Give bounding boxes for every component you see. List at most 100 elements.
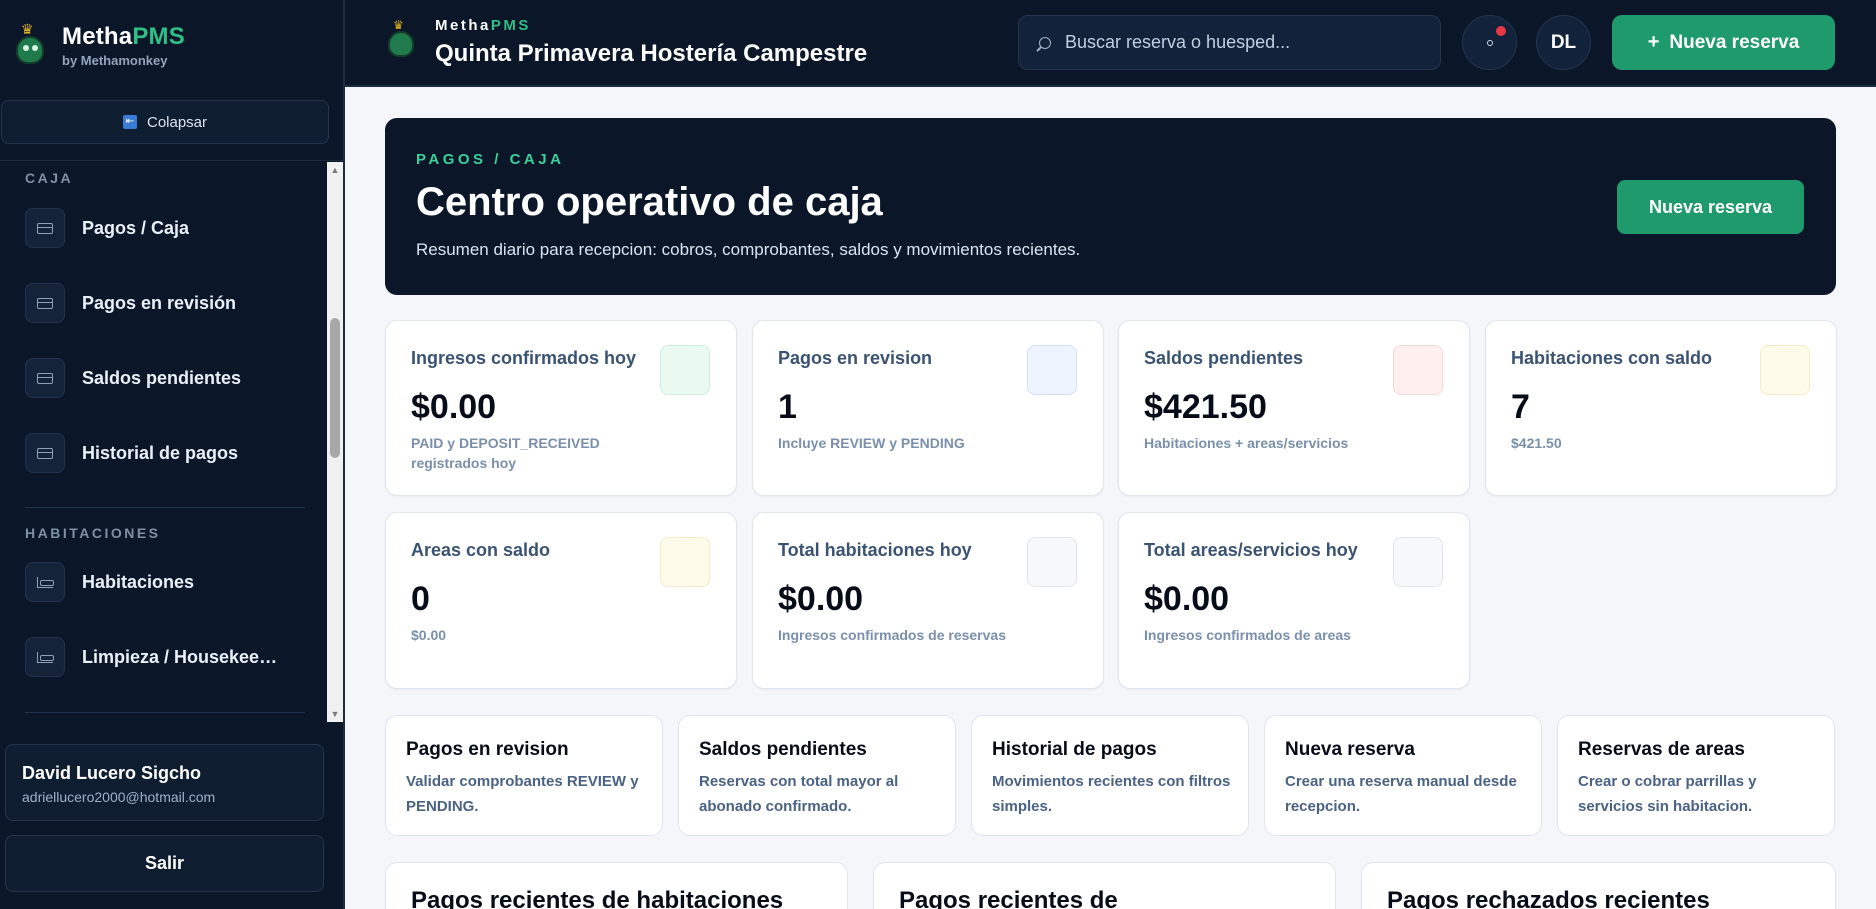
stat-value: 0 xyxy=(411,580,430,618)
stat-label: Ingresos confirmados hoy xyxy=(411,348,637,368)
stat-hint: PAID y DEPOSIT_RECEIVED registrados hoy xyxy=(411,435,600,471)
stat-card-ingresos-confirmados: Ingresos confirmados hoy $0.00 PAID y DE… xyxy=(385,320,737,496)
panel-pagos-recientes-habitaciones: Pagos recientes de habitaciones xyxy=(385,862,848,909)
property-name: Quinta Primavera Hostería Campestre xyxy=(435,40,868,67)
action-description: Crear una reserva manual desde recepcion… xyxy=(1285,773,1517,815)
hero-new-reservation-button[interactable]: Nueva reserva xyxy=(1617,180,1804,234)
brand-byline: by Methamonkey xyxy=(62,52,168,68)
sidebar-item-saldos-pendientes[interactable]: Saldos pendientes xyxy=(25,356,315,400)
stat-hint: Ingresos confirmados de reservas xyxy=(778,627,1006,643)
collapse-sidebar-button[interactable]: ⇤ Colapsar xyxy=(1,100,329,144)
stat-label: Total habitaciones hoy xyxy=(778,540,972,560)
avatar[interactable]: DL xyxy=(1536,15,1591,70)
panel-title: Pagos recientes de habitaciones xyxy=(411,887,784,909)
search-input[interactable] xyxy=(1065,32,1425,53)
sidebar-item-label: Saldos pendientes xyxy=(82,367,242,388)
nav-divider xyxy=(25,507,305,508)
action-card-pagos-en-revision[interactable]: Pagos en revision Validar comprobantes R… xyxy=(385,715,663,836)
action-title: Pagos en revision xyxy=(406,739,569,760)
sidebar-item-label: Limpieza / Housekeeping xyxy=(82,646,287,667)
action-description: Reservas con total mayor al abonado conf… xyxy=(699,773,899,815)
user-email: adriellucero2000@hotmail.com xyxy=(22,789,216,805)
card-icon xyxy=(25,283,65,323)
search-box[interactable] xyxy=(1018,15,1441,70)
stat-card-areas-con-saldo: Areas con saldo 0 $0.00 xyxy=(385,512,737,689)
user-card: David Lucero Sigcho adriellucero2000@hot… xyxy=(5,744,324,821)
stat-card-pagos-en-revision: Pagos en revision 1 Incluye REVIEW y PEN… xyxy=(752,320,1104,496)
action-card-reservas-de-areas[interactable]: Reservas de areas Crear o cobrar parrill… xyxy=(1557,715,1835,836)
brand[interactable]: ♛ MethaPMS by Methamonkey xyxy=(12,22,185,68)
sidebar-item-historial-de-pagos[interactable]: Historial de pagos xyxy=(25,431,315,475)
scroll-down-arrow-icon[interactable]: ▼ xyxy=(327,706,343,722)
bell-icon xyxy=(1486,39,1493,46)
stat-hint: Ingresos confirmados de areas xyxy=(1144,627,1351,643)
stat-value: 7 xyxy=(1511,388,1530,426)
stat-card-total-areas-servicios-hoy: Total areas/servicios hoy $0.00 Ingresos… xyxy=(1118,512,1470,689)
stat-card-total-habitaciones-hoy: Total habitaciones hoy $0.00 Ingresos co… xyxy=(752,512,1104,689)
sidebar-item-label: Pagos / Caja xyxy=(82,217,190,238)
collapse-label: Colapsar xyxy=(146,113,208,131)
plus-icon: + xyxy=(1647,31,1660,53)
action-title: Saldos pendientes xyxy=(699,739,867,760)
scroll-up-arrow-icon[interactable]: ▲ xyxy=(327,162,343,178)
notifications-button[interactable] xyxy=(1462,15,1517,70)
action-card-historial-de-pagos[interactable]: Historial de pagos Movimientos recientes… xyxy=(971,715,1249,836)
action-title: Nueva reserva xyxy=(1285,739,1415,760)
stat-icon xyxy=(1027,537,1077,587)
stat-hint: Habitaciones + areas/servicios xyxy=(1144,435,1349,451)
sidebar-item-habitaciones[interactable]: Habitaciones xyxy=(25,560,315,604)
stat-icon xyxy=(1393,537,1443,587)
page-title: Centro operativo de caja xyxy=(416,180,883,224)
stat-icon xyxy=(660,537,710,587)
stat-card-habitaciones-con-saldo: Habitaciones con saldo 7 $421.50 xyxy=(1485,320,1837,496)
action-description: Validar comprobantes REVIEW y PENDING. xyxy=(406,773,639,815)
user-name: David Lucero Sigcho xyxy=(22,763,202,783)
card-icon xyxy=(25,358,65,398)
panel-pagos-rechazados-recientes: Pagos rechazados recientes xyxy=(1361,862,1836,909)
sidebar-item-label: Pagos en revisión xyxy=(82,292,237,313)
panel-pagos-recientes-areas: Pagos recientes de xyxy=(873,862,1336,909)
stat-value: $0.00 xyxy=(411,388,497,426)
stat-icon xyxy=(660,345,710,395)
search-icon xyxy=(1039,36,1051,49)
page-subtitle: Resumen diario para recepcion: cobros, c… xyxy=(416,240,1081,259)
stat-hint: $0.00 xyxy=(411,627,447,643)
methamonkey-logo-icon: ♛ xyxy=(12,22,48,68)
bed-icon xyxy=(25,637,65,677)
action-title: Reservas de areas xyxy=(1578,739,1745,760)
action-title: Historial de pagos xyxy=(992,739,1157,760)
topbar: ♛ MethaPMS Quinta Primavera Hostería Cam… xyxy=(345,0,1876,87)
methamonkey-logo-icon: ♛ xyxy=(385,19,417,61)
new-reservation-button[interactable]: + Nueva reserva xyxy=(1612,15,1835,70)
bed-icon xyxy=(25,562,65,602)
action-card-nueva-reserva[interactable]: Nueva reserva Crear una reserva manual d… xyxy=(1264,715,1542,836)
notification-dot xyxy=(1496,26,1506,36)
action-card-saldos-pendientes[interactable]: Saldos pendientes Reservas con total may… xyxy=(678,715,956,836)
stat-icon xyxy=(1027,345,1077,395)
card-icon xyxy=(25,433,65,473)
scrollbar-thumb[interactable] xyxy=(330,318,340,458)
nav-divider xyxy=(25,712,305,713)
new-reservation-label: Nueva reserva xyxy=(1669,31,1800,53)
topbar-brand: MethaPMS xyxy=(435,17,531,34)
stat-value: $0.00 xyxy=(1144,580,1230,618)
stat-label: Total areas/servicios hoy xyxy=(1144,540,1358,560)
stat-label: Areas con saldo xyxy=(411,540,551,560)
panel-title: Pagos recientes de xyxy=(899,887,1118,909)
action-description: Movimientos recientes con filtros simple… xyxy=(992,773,1231,815)
stat-value: $0.00 xyxy=(778,580,864,618)
sidebar-item-label: Habitaciones xyxy=(82,571,195,592)
sidebar-item-pagos-en-revision[interactable]: Pagos en revisión xyxy=(25,281,315,325)
hero-banner: PAGOS / CAJA Centro operativo de caja Re… xyxy=(385,118,1836,295)
sidebar: ♛ MethaPMS by Methamonkey ⇤ Colapsar CAJ… xyxy=(0,0,345,909)
panel-title: Pagos rechazados recientes xyxy=(1387,887,1710,909)
sidebar-item-pagos-caja[interactable]: Pagos / Caja xyxy=(25,206,315,250)
stat-card-saldos-pendientes: Saldos pendientes $421.50 Habitaciones +… xyxy=(1118,320,1470,496)
logout-button[interactable]: Salir xyxy=(5,835,324,892)
sidebar-item-limpieza-housekeeping[interactable]: Limpieza / Housekeeping xyxy=(25,635,315,679)
brand-name: MethaPMS xyxy=(62,22,185,50)
sidebar-item-label: Historial de pagos xyxy=(82,442,239,463)
stat-label: Saldos pendientes xyxy=(1144,348,1304,368)
stat-label: Pagos en revision xyxy=(778,348,933,368)
sidebar-scrollbar[interactable]: ▲ ▼ xyxy=(327,162,343,722)
